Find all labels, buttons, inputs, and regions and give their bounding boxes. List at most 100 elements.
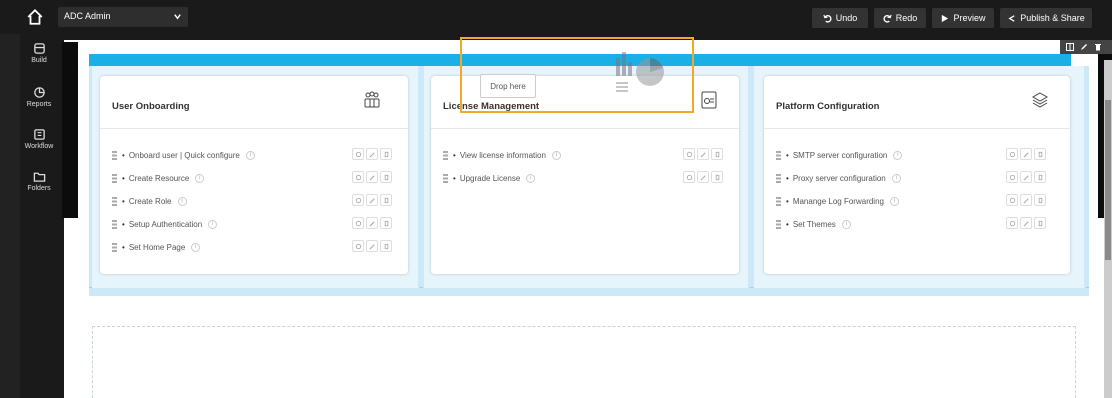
delete-icon[interactable] bbox=[380, 194, 392, 206]
list-item[interactable]: • Proxy server configuration i bbox=[776, 171, 1066, 185]
view-icon[interactable] bbox=[352, 171, 364, 183]
info-icon[interactable]: i bbox=[195, 173, 205, 183]
info-icon[interactable]: i bbox=[551, 150, 561, 160]
delete-icon[interactable] bbox=[1034, 217, 1046, 229]
item-label: Proxy server configuration bbox=[792, 173, 886, 183]
drag-handle-icon[interactable] bbox=[443, 150, 448, 160]
drag-handle-icon[interactable] bbox=[112, 219, 117, 229]
drag-handle-icon[interactable] bbox=[112, 242, 117, 252]
info-icon[interactable]: i bbox=[526, 173, 536, 183]
edit-icon[interactable] bbox=[366, 217, 378, 229]
view-icon[interactable] bbox=[1006, 217, 1018, 229]
view-icon[interactable] bbox=[352, 240, 364, 252]
info-icon[interactable]: i bbox=[891, 173, 901, 183]
info-icon[interactable]: i bbox=[191, 242, 201, 252]
edit-icon[interactable] bbox=[697, 171, 709, 183]
info-icon[interactable]: i bbox=[889, 196, 899, 206]
bullet-icon: • bbox=[786, 196, 789, 206]
list-item[interactable]: • Onboard user | Quick configure i bbox=[112, 148, 402, 162]
list-item[interactable]: • View license information i bbox=[443, 148, 733, 162]
delete-icon[interactable] bbox=[380, 217, 392, 229]
item-label: Set Home Page bbox=[128, 242, 186, 252]
app-selector-label: ADC Admin bbox=[64, 11, 111, 21]
card-platform-configuration[interactable]: Platform Configuration • SMTP server con… bbox=[764, 76, 1070, 274]
drag-handle-icon[interactable] bbox=[112, 196, 117, 206]
home-icon[interactable] bbox=[26, 8, 44, 26]
drag-handle-icon[interactable] bbox=[112, 150, 117, 160]
view-icon[interactable] bbox=[352, 194, 364, 206]
view-icon[interactable] bbox=[683, 148, 695, 160]
sidebar-item-label: Reports bbox=[26, 101, 52, 108]
edit-icon[interactable] bbox=[1020, 148, 1032, 160]
delete-icon[interactable] bbox=[1034, 194, 1046, 206]
columns-icon[interactable] bbox=[1066, 43, 1074, 51]
sidebar-item-workflow[interactable]: Workflow bbox=[20, 128, 58, 150]
dragged-chart-widget-icon[interactable] bbox=[610, 44, 672, 100]
card-user-onboarding[interactable]: User Onboarding • Onboard user | Quick c… bbox=[100, 76, 408, 274]
info-icon[interactable]: i bbox=[245, 150, 255, 160]
delete-icon[interactable] bbox=[711, 148, 723, 160]
sidebar-item-build[interactable]: Build bbox=[20, 42, 58, 64]
undo-button[interactable]: Undo bbox=[812, 8, 868, 28]
edit-icon[interactable] bbox=[366, 194, 378, 206]
redo-button[interactable]: Redo bbox=[874, 8, 926, 28]
preview-button[interactable]: Preview bbox=[932, 8, 994, 28]
edit-icon[interactable] bbox=[366, 148, 378, 160]
delete-icon[interactable] bbox=[1034, 171, 1046, 183]
delete-icon[interactable] bbox=[380, 171, 392, 183]
list-item[interactable]: • Create Resource i bbox=[112, 171, 402, 185]
edit-icon[interactable] bbox=[366, 240, 378, 252]
empty-row-dropzone[interactable] bbox=[92, 326, 1076, 398]
sidebar-item-reports[interactable]: Reports bbox=[20, 86, 58, 108]
vertical-scrollbar[interactable] bbox=[1104, 60, 1112, 398]
info-icon[interactable]: i bbox=[208, 219, 218, 229]
drag-handle-icon[interactable] bbox=[776, 173, 781, 183]
drag-handle-icon[interactable] bbox=[776, 150, 781, 160]
app-selector[interactable]: ADC Admin bbox=[58, 7, 188, 27]
sidebar-item-folders[interactable]: Folders bbox=[20, 170, 58, 192]
drag-handle-icon[interactable] bbox=[776, 196, 781, 206]
folder-icon bbox=[33, 172, 45, 182]
info-icon[interactable]: i bbox=[841, 219, 851, 229]
list-item[interactable]: • Manange Log Forwarding i bbox=[776, 194, 1066, 208]
list-item[interactable]: • Setup Authentication i bbox=[112, 217, 402, 231]
view-icon[interactable] bbox=[352, 148, 364, 160]
delete-icon[interactable] bbox=[1094, 43, 1102, 51]
list-item[interactable]: • Create Role i bbox=[112, 194, 402, 208]
view-icon[interactable] bbox=[683, 171, 695, 183]
edit-icon[interactable] bbox=[366, 171, 378, 183]
list-item[interactable]: • SMTP server configuration i bbox=[776, 148, 1066, 162]
item-label: Upgrade License bbox=[459, 173, 521, 183]
edit-icon[interactable] bbox=[1020, 194, 1032, 206]
view-icon[interactable] bbox=[1006, 171, 1018, 183]
list-item[interactable]: • Set Themes i bbox=[776, 217, 1066, 231]
edit-icon[interactable] bbox=[1080, 43, 1088, 51]
delete-icon[interactable] bbox=[380, 240, 392, 252]
view-icon[interactable] bbox=[1006, 148, 1018, 160]
list-item[interactable]: • Upgrade License i bbox=[443, 171, 733, 185]
publish-share-button[interactable]: Publish & Share bbox=[1000, 8, 1092, 28]
scrollbar-thumb[interactable] bbox=[1105, 100, 1111, 260]
window-left-edge bbox=[0, 0, 20, 398]
delete-icon[interactable] bbox=[1034, 148, 1046, 160]
card-divider bbox=[764, 128, 1070, 129]
drop-here-placeholder[interactable]: Drop here bbox=[480, 74, 536, 98]
delete-icon[interactable] bbox=[380, 148, 392, 160]
list-item[interactable]: • Set Home Page i bbox=[112, 240, 402, 254]
drag-handle-icon[interactable] bbox=[443, 173, 448, 183]
undo-icon bbox=[823, 14, 832, 23]
edit-icon[interactable] bbox=[697, 148, 709, 160]
bullet-icon: • bbox=[122, 173, 125, 183]
info-icon[interactable]: i bbox=[893, 150, 903, 160]
license-icon bbox=[701, 91, 717, 109]
drag-handle-icon[interactable] bbox=[776, 219, 781, 229]
edit-icon[interactable] bbox=[1020, 171, 1032, 183]
info-icon[interactable]: i bbox=[177, 196, 187, 206]
sidebar-item-label: Workflow bbox=[24, 143, 54, 150]
view-icon[interactable] bbox=[1006, 194, 1018, 206]
view-icon[interactable] bbox=[352, 217, 364, 229]
delete-icon[interactable] bbox=[711, 171, 723, 183]
drag-handle-icon[interactable] bbox=[112, 173, 117, 183]
edit-icon[interactable] bbox=[1020, 217, 1032, 229]
item-label: SMTP server configuration bbox=[792, 150, 888, 160]
